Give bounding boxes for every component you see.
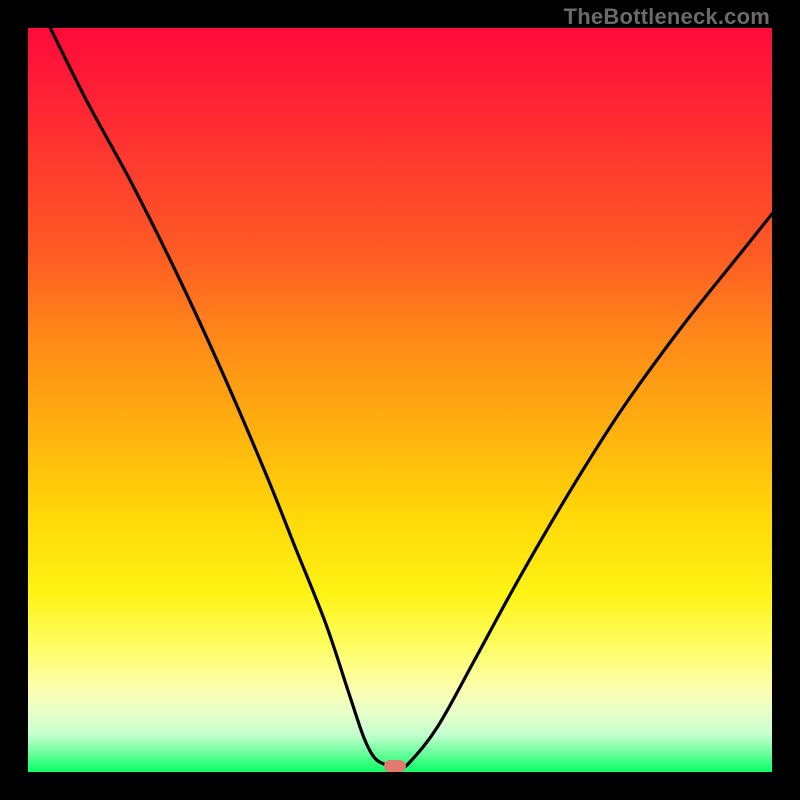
curve-svg bbox=[28, 28, 772, 772]
chart-frame: TheBottleneck.com bbox=[0, 0, 800, 800]
plot-area bbox=[28, 28, 772, 772]
bottleneck-curve-path bbox=[50, 28, 772, 769]
watermark-text: TheBottleneck.com bbox=[564, 4, 770, 30]
min-point-marker bbox=[384, 760, 406, 772]
